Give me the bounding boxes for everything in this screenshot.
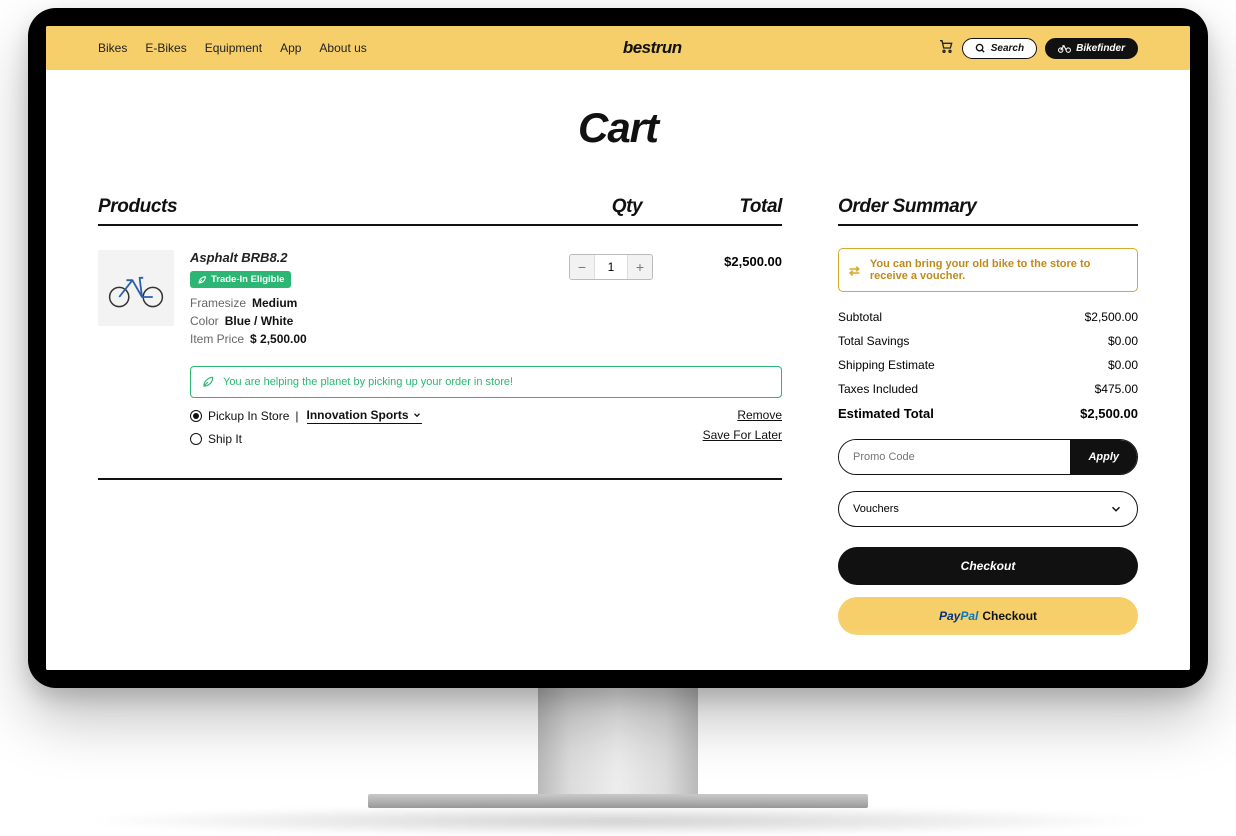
eco-banner-text: You are helping the planet by picking up…	[223, 376, 513, 388]
pickup-label: Pickup In Store	[208, 409, 289, 423]
screen: Bikes E-Bikes Equipment App About us bes…	[46, 26, 1190, 670]
item-price-value: $ 2,500.00	[250, 332, 307, 346]
divider-pipe: |	[295, 409, 298, 423]
summary-heading: Order Summary	[838, 196, 1138, 218]
exchange-arrows-icon: ⇄	[849, 265, 860, 276]
items-divider	[98, 478, 782, 480]
cart-header-row: Products Qty Total	[98, 196, 782, 226]
top-actions: Search Bikefinder	[938, 38, 1138, 59]
paypal-logo: PayPal	[939, 609, 978, 623]
nav-link-about[interactable]: About us	[319, 41, 366, 55]
page-title: Cart	[98, 104, 1138, 152]
product-info: Asphalt BRB8.2 Trade-In Eligible Framesi…	[190, 250, 540, 350]
subtotal-value: $2,500.00	[1085, 310, 1138, 324]
order-summary-column: Order Summary ⇄ You can bring your old b…	[838, 196, 1138, 647]
nav-link-ebikes[interactable]: E-Bikes	[145, 41, 186, 55]
cart-items-column: Products Qty Total	[98, 196, 782, 647]
promo-code-field: Apply	[838, 439, 1138, 475]
subtotal-label: Subtotal	[838, 310, 882, 324]
fulfillment-options: Pickup In Store | Innovation Sports	[190, 408, 422, 454]
product-thumbnail[interactable]	[98, 250, 174, 326]
shipping-value: $0.00	[1108, 358, 1138, 372]
vouchers-label: Vouchers	[853, 503, 899, 515]
monitor-bezel: Bikes E-Bikes Equipment App About us bes…	[28, 8, 1208, 688]
savings-label: Total Savings	[838, 334, 909, 348]
search-icon	[975, 43, 986, 54]
item-price-label: Item Price	[190, 332, 244, 346]
ship-option[interactable]: Ship It	[190, 432, 422, 446]
est-total-label: Estimated Total	[838, 406, 934, 421]
radio-checked-icon	[190, 410, 202, 422]
leaf-icon	[197, 275, 207, 285]
qty-stepper: − 1 +	[569, 254, 653, 280]
primary-nav: Bikes E-Bikes Equipment App About us	[98, 41, 367, 55]
product-name: Asphalt BRB8.2	[190, 250, 540, 265]
voucher-notice: ⇄ You can bring your old bike to the sto…	[838, 248, 1138, 292]
line-total: $2,500.00	[682, 250, 782, 350]
pickup-option[interactable]: Pickup In Store | Innovation Sports	[190, 408, 422, 424]
col-head-qty: Qty	[572, 196, 682, 218]
save-for-later-link[interactable]: Save For Later	[703, 428, 782, 442]
badge-text: Trade-In Eligible	[211, 274, 284, 285]
search-button[interactable]: Search	[962, 38, 1037, 59]
brand-logo: bestrun	[385, 38, 920, 58]
monitor-stand-neck	[538, 684, 698, 794]
checkout-button[interactable]: Checkout	[838, 547, 1138, 585]
col-head-total: Total	[682, 196, 782, 218]
finder-label: Bikefinder	[1076, 43, 1125, 54]
store-name: Innovation Sports	[307, 408, 409, 422]
qty-value: 1	[594, 255, 628, 279]
vouchers-dropdown[interactable]: Vouchers	[838, 491, 1138, 527]
qty-increase-button[interactable]: +	[628, 255, 652, 279]
floor-shadow	[73, 806, 1163, 836]
nav-link-equipment[interactable]: Equipment	[205, 41, 262, 55]
paypal-checkout-text: Checkout	[982, 609, 1037, 623]
radio-unchecked-icon	[190, 433, 202, 445]
eco-pickup-banner: You are helping the planet by picking up…	[190, 366, 782, 398]
taxes-label: Taxes Included	[838, 382, 918, 396]
summary-head: Order Summary	[838, 196, 1138, 226]
leaf-icon	[201, 375, 215, 389]
nav-link-bikes[interactable]: Bikes	[98, 41, 127, 55]
color-value: Blue / White	[225, 314, 294, 328]
savings-value: $0.00	[1108, 334, 1138, 348]
chevron-down-icon	[412, 410, 422, 420]
chevron-down-icon	[1109, 502, 1123, 516]
bikefinder-button[interactable]: Bikefinder	[1045, 38, 1138, 59]
item-actions: Remove Save For Later	[703, 408, 782, 442]
framesize-value: Medium	[252, 296, 297, 310]
paypal-checkout-button[interactable]: PayPal Checkout	[838, 597, 1138, 635]
col-head-products: Products	[98, 196, 572, 218]
ship-it-label: Ship It	[208, 432, 242, 446]
store-selector[interactable]: Innovation Sports	[307, 408, 422, 424]
voucher-notice-text: You can bring your old bike to the store…	[870, 258, 1127, 282]
qty-decrease-button[interactable]: −	[570, 255, 594, 279]
nav-link-app[interactable]: App	[280, 41, 301, 55]
promo-input[interactable]	[839, 440, 1070, 474]
trade-in-badge: Trade-In Eligible	[190, 271, 291, 288]
cart-item: Asphalt BRB8.2 Trade-In Eligible Framesi…	[98, 250, 782, 350]
est-total-value: $2,500.00	[1080, 406, 1138, 421]
qty-column: − 1 +	[556, 250, 666, 350]
taxes-value: $475.00	[1095, 382, 1138, 396]
color-label: Color	[190, 314, 219, 328]
page-content: Cart Products Qty Total	[46, 70, 1190, 670]
promo-apply-button[interactable]: Apply	[1070, 440, 1137, 474]
shipping-label: Shipping Estimate	[838, 358, 935, 372]
bike-thumbnail-icon	[106, 266, 166, 310]
framesize-label: Framesize	[190, 296, 246, 310]
top-navbar: Bikes E-Bikes Equipment App About us bes…	[46, 26, 1190, 70]
cart-icon[interactable]	[938, 38, 954, 59]
bike-icon	[1058, 43, 1071, 54]
search-label: Search	[991, 43, 1024, 54]
remove-link[interactable]: Remove	[737, 408, 782, 422]
